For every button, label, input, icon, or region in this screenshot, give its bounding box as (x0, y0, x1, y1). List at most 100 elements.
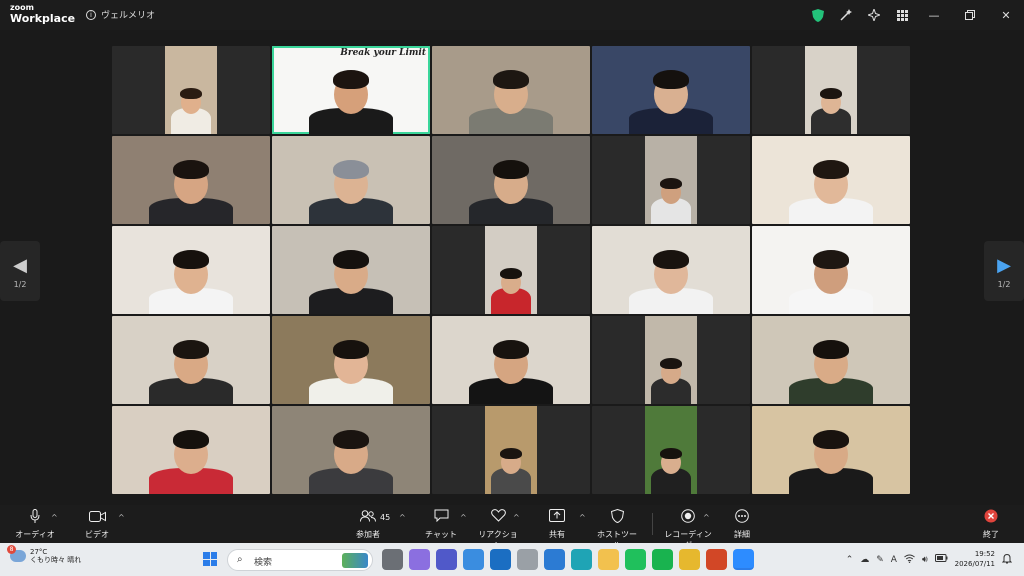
clock-time: 19:52 (974, 550, 995, 559)
participant-hair (813, 339, 849, 359)
end-meeting-button[interactable]: 終了 (976, 509, 1006, 540)
taskbar-apps (382, 549, 754, 570)
video-tile[interactable]: Break your Limit (272, 46, 430, 134)
participant-hair (500, 268, 522, 279)
video-button[interactable]: ビデオ (80, 509, 114, 540)
windows-start-icon[interactable] (203, 552, 217, 566)
video-tile[interactable] (592, 226, 750, 314)
audio-label: オーディオ (15, 530, 55, 539)
video-tile[interactable] (112, 136, 270, 224)
weather-badge: 8 (7, 545, 16, 555)
folder-app-icon[interactable] (598, 549, 619, 570)
shield-icon[interactable] (804, 0, 832, 30)
search-placeholder: 検索 (254, 558, 273, 568)
store-app-icon[interactable] (463, 549, 484, 570)
video-tile[interactable] (432, 406, 590, 494)
video-tile[interactable] (592, 406, 750, 494)
video-tile[interactable] (752, 406, 910, 494)
reactions-caret-icon[interactable]: ^ (513, 513, 520, 522)
weather-desc: くもり時々 晴れ (30, 556, 82, 565)
search-highlight-icon (342, 553, 368, 568)
copilot-app-icon[interactable] (409, 549, 430, 570)
participant-hair (660, 358, 682, 369)
record-caret-icon[interactable]: ^ (703, 513, 710, 522)
next-page-button[interactable]: ▶ 1/2 (984, 241, 1024, 301)
ime-indicator[interactable]: A (891, 555, 897, 565)
line-alt-app-icon[interactable] (652, 549, 673, 570)
line-app-icon[interactable] (625, 549, 646, 570)
participant-hair (333, 69, 369, 89)
volume-icon[interactable]: 🔊︎ (922, 555, 928, 565)
video-tile[interactable] (592, 46, 750, 134)
video-feed (645, 316, 697, 404)
more-button[interactable]: 詳細 (728, 509, 756, 540)
audio-caret-icon[interactable]: ^ (51, 513, 58, 522)
participant-hair (333, 249, 369, 269)
video-tile[interactable] (752, 136, 910, 224)
video-tile[interactable] (432, 226, 590, 314)
video-feed (485, 406, 537, 494)
edge-app-icon[interactable] (571, 549, 592, 570)
video-tile[interactable] (272, 406, 430, 494)
previous-page-button[interactable]: ◀ 1/2 (0, 241, 40, 301)
video-tile[interactable] (112, 406, 270, 494)
participants-caret-icon[interactable]: ^ (399, 513, 406, 522)
video-tile[interactable] (272, 136, 430, 224)
participant-hair (493, 339, 529, 359)
video-tile[interactable] (752, 46, 910, 134)
chrome-app-icon[interactable] (679, 549, 700, 570)
battery-icon[interactable] (934, 554, 948, 565)
participants-label: 参加者 (356, 530, 380, 539)
participant-hair (173, 429, 209, 449)
magic-wand-icon[interactable] (832, 0, 860, 30)
audio-button[interactable]: オーディオ (14, 509, 56, 540)
sticky-app-icon[interactable] (517, 549, 538, 570)
brand-top: zoom (10, 3, 34, 12)
video-feed (645, 136, 697, 224)
video-tile[interactable] (752, 226, 910, 314)
powerpoint-app-icon[interactable] (706, 549, 727, 570)
network-app-icon[interactable] (544, 549, 565, 570)
file-manager-app-icon[interactable] (382, 549, 403, 570)
info-icon[interactable]: i (86, 9, 96, 20)
video-tile[interactable] (112, 46, 270, 134)
chat-caret-icon[interactable]: ^ (460, 513, 467, 522)
share-button[interactable]: 共有 (540, 509, 574, 540)
participant-hair (660, 448, 682, 459)
weather-widget[interactable]: 8 27°C くもり時々 晴れ (7, 545, 82, 565)
video-tile[interactable] (432, 316, 590, 404)
close-icon[interactable]: ✕ (988, 0, 1024, 30)
share-caret-icon[interactable]: ^ (579, 513, 586, 522)
apps-grid-icon[interactable] (888, 0, 916, 30)
video-tile[interactable] (272, 226, 430, 314)
video-tile[interactable] (432, 46, 590, 134)
video-caret-icon[interactable]: ^ (118, 513, 125, 522)
video-tile[interactable] (112, 226, 270, 314)
sparkle-icon[interactable] (860, 0, 888, 30)
video-tile[interactable] (432, 136, 590, 224)
outlook-app-icon[interactable] (490, 549, 511, 570)
taskbar-search[interactable]: ⌕ 検索 (227, 549, 373, 571)
chevron-up-icon[interactable]: ⌃ (846, 555, 854, 565)
title-bar: zoom Workplace i ヴェルメリオ — ✕ (0, 0, 1024, 30)
bell-icon[interactable] (1001, 553, 1013, 567)
wifi-icon[interactable] (904, 554, 915, 566)
video-tile[interactable] (752, 316, 910, 404)
participant-hair (333, 339, 369, 359)
pen-icon[interactable]: ✎ (876, 555, 884, 565)
video-tile[interactable] (112, 316, 270, 404)
video-tile[interactable] (272, 316, 430, 404)
minimize-icon[interactable]: — (916, 0, 952, 30)
video-tile[interactable] (592, 136, 750, 224)
meeting-info[interactable]: i ヴェルメリオ (86, 8, 155, 21)
video-tile[interactable] (592, 316, 750, 404)
zoom-app-icon[interactable] (733, 549, 754, 570)
restore-icon[interactable] (952, 0, 988, 30)
background-overlay-text: Break your Limit (340, 48, 426, 58)
teams-app-icon[interactable] (436, 549, 457, 570)
cloud-icon[interactable]: ☁ (860, 555, 869, 565)
share-screen-icon (540, 509, 574, 527)
chat-button[interactable]: チャット (424, 509, 458, 540)
system-clock[interactable]: 19:52 2026/07/11 (955, 550, 995, 569)
participant-hair (493, 159, 529, 179)
